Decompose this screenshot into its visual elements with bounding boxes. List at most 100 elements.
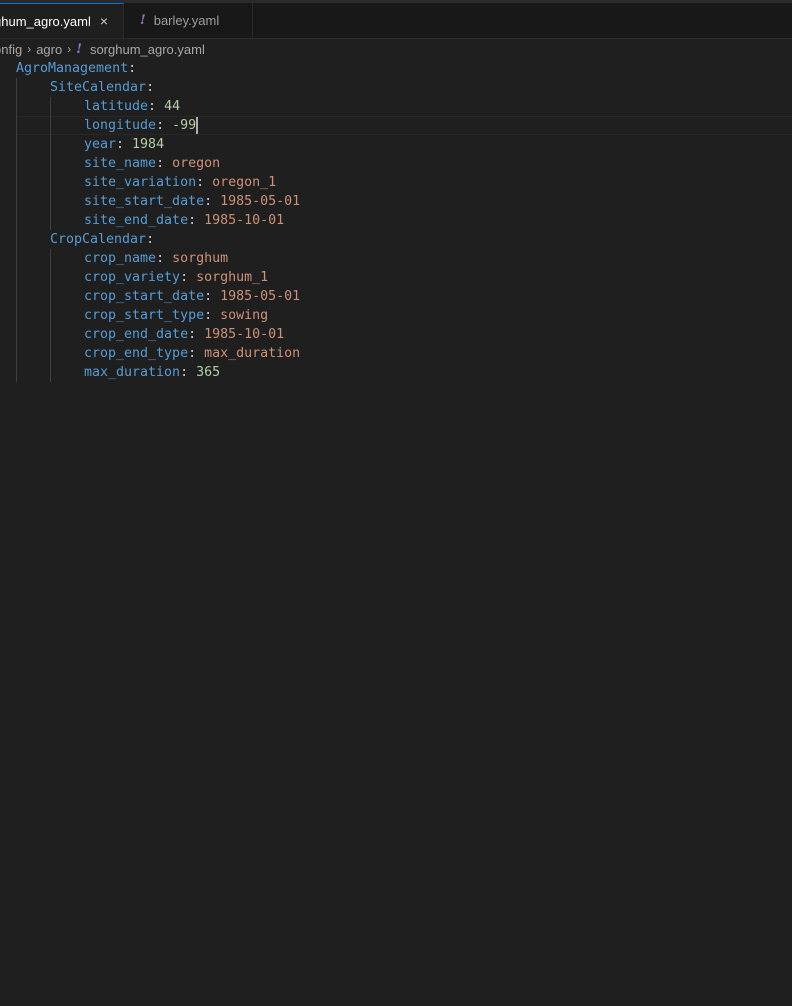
tab-sorghum-agro-yaml[interactable]: ghum_agro.yaml × bbox=[0, 3, 124, 38]
indent-guide bbox=[16, 325, 17, 344]
indent-guide bbox=[16, 287, 17, 306]
code-text: year: 1984 bbox=[84, 135, 164, 154]
code-line[interactable]: crop_variety: sorghum_1 bbox=[0, 268, 792, 287]
code-text: longitude: -99 bbox=[84, 116, 199, 135]
breadcrumb-folder-config[interactable]: onfig bbox=[0, 42, 22, 57]
yaml-key: site_variation bbox=[84, 175, 197, 190]
code-text: CropCalendar: bbox=[50, 230, 154, 249]
yaml-value: oregon bbox=[172, 156, 221, 171]
code-line[interactable]: site_variation: oregon_1 bbox=[0, 173, 792, 192]
yaml-colon: : bbox=[188, 213, 205, 228]
code-line[interactable]: crop_name: sorghum bbox=[0, 249, 792, 268]
text-cursor bbox=[196, 116, 199, 134]
tab-barley-yaml[interactable]: ! barley.yaml bbox=[124, 3, 253, 38]
yaml-colon: : bbox=[204, 194, 221, 209]
code-line[interactable]: crop_start_date: 1985-05-01 bbox=[0, 287, 792, 306]
code-text: crop_name: sorghum bbox=[84, 249, 228, 268]
yaml-key: latitude bbox=[84, 99, 149, 114]
code-line[interactable]: SiteCalendar: bbox=[0, 78, 792, 97]
yaml-value: 44 bbox=[164, 99, 181, 114]
code-line[interactable]: crop_start_type: sowing bbox=[0, 306, 792, 325]
yaml-exclamation-icon: ! bbox=[140, 13, 146, 28]
close-icon[interactable]: × bbox=[100, 13, 108, 29]
yaml-value: 1984 bbox=[132, 137, 165, 152]
indent-guide bbox=[50, 268, 51, 287]
yaml-value: oregon_1 bbox=[212, 175, 277, 190]
breadcrumb: onfig › agro › ! sorghum_agro.yaml bbox=[0, 39, 792, 59]
code-text: crop_start_type: sowing bbox=[84, 306, 268, 325]
code-text: site_start_date: 1985-05-01 bbox=[84, 192, 300, 211]
indent-guide bbox=[50, 116, 51, 135]
yaml-key: crop_variety bbox=[84, 270, 181, 285]
yaml-key: crop_start_type bbox=[84, 308, 205, 323]
code-line[interactable]: latitude: 44 bbox=[0, 97, 792, 116]
indent-guide bbox=[50, 173, 51, 192]
code-line[interactable]: longitude: -99 bbox=[0, 116, 792, 135]
indent-guide bbox=[50, 325, 51, 344]
code-text: crop_variety: sorghum_1 bbox=[84, 268, 268, 287]
indent-guide bbox=[16, 173, 17, 192]
code-line[interactable]: max_duration: 365 bbox=[0, 363, 792, 382]
yaml-colon: : bbox=[156, 251, 173, 266]
code-line[interactable]: site_name: oregon bbox=[0, 154, 792, 173]
yaml-value: -99 bbox=[172, 118, 197, 133]
indent-guide bbox=[50, 135, 51, 154]
code-text: site_name: oregon bbox=[84, 154, 220, 173]
indent-guide bbox=[16, 230, 17, 249]
indent-guide bbox=[50, 344, 51, 363]
yaml-value: 365 bbox=[196, 365, 221, 380]
code-line[interactable]: site_end_date: 1985-10-01 bbox=[0, 211, 792, 230]
indent-guide bbox=[16, 268, 17, 287]
code-text: crop_end_date: 1985-10-01 bbox=[84, 325, 284, 344]
yaml-colon: : bbox=[146, 232, 155, 247]
code-line[interactable]: site_start_date: 1985-05-01 bbox=[0, 192, 792, 211]
yaml-key: SiteCalendar bbox=[50, 80, 147, 95]
code-text: AgroManagement: bbox=[16, 59, 136, 78]
yaml-colon: : bbox=[204, 308, 221, 323]
indent-guide bbox=[50, 363, 51, 382]
code-line[interactable]: CropCalendar: bbox=[0, 230, 792, 249]
yaml-key: max_duration bbox=[84, 365, 181, 380]
tab-label: ghum_agro.yaml bbox=[0, 13, 91, 29]
breadcrumb-folder-agro[interactable]: agro bbox=[36, 42, 62, 57]
tab-label: barley.yaml bbox=[153, 13, 220, 28]
indent-guide bbox=[50, 287, 51, 306]
yaml-colon: : bbox=[188, 327, 205, 342]
breadcrumb-file[interactable]: sorghum_agro.yaml bbox=[90, 42, 205, 57]
yaml-colon: : bbox=[180, 270, 197, 285]
chevron-right-icon: › bbox=[27, 42, 32, 56]
yaml-colon: : bbox=[116, 137, 133, 152]
code-line[interactable]: AgroManagement: bbox=[0, 59, 792, 78]
yaml-value: 1985-10-01 bbox=[204, 327, 285, 342]
indent-guide bbox=[16, 78, 17, 97]
yaml-colon: : bbox=[188, 346, 205, 361]
indent-guide bbox=[50, 192, 51, 211]
code-text: max_duration: 365 bbox=[84, 363, 220, 382]
code-editor[interactable]: AgroManagement: SiteCalendar: latitude: 44… bbox=[0, 59, 792, 382]
code-text: latitude: 44 bbox=[84, 97, 180, 116]
yaml-colon: : bbox=[156, 156, 173, 171]
indent-guide bbox=[50, 306, 51, 325]
code-line[interactable]: crop_end_type: max_duration bbox=[0, 344, 792, 363]
code-line[interactable]: year: 1984 bbox=[0, 135, 792, 154]
indent-guide bbox=[16, 192, 17, 211]
yaml-key: crop_end_type bbox=[84, 346, 189, 361]
code-text: SiteCalendar: bbox=[50, 78, 154, 97]
yaml-key: crop_end_date bbox=[84, 327, 189, 342]
yaml-key: CropCalendar bbox=[50, 232, 147, 247]
chevron-right-icon: › bbox=[67, 42, 72, 56]
yaml-key: longitude bbox=[84, 118, 157, 133]
code-text: crop_start_date: 1985-05-01 bbox=[84, 287, 300, 306]
yaml-colon: : bbox=[148, 99, 165, 114]
indent-guide bbox=[16, 116, 17, 135]
code-line[interactable]: crop_end_date: 1985-10-01 bbox=[0, 325, 792, 344]
indent-guide bbox=[16, 306, 17, 325]
code-text: site_end_date: 1985-10-01 bbox=[84, 211, 284, 230]
yaml-key: crop_name bbox=[84, 251, 157, 266]
indent-guide bbox=[16, 211, 17, 230]
yaml-exclamation-icon: ! bbox=[76, 41, 82, 57]
indent-guide bbox=[16, 363, 17, 382]
yaml-key: AgroManagement bbox=[16, 61, 129, 76]
indent-guide bbox=[50, 97, 51, 116]
yaml-colon: : bbox=[180, 365, 197, 380]
